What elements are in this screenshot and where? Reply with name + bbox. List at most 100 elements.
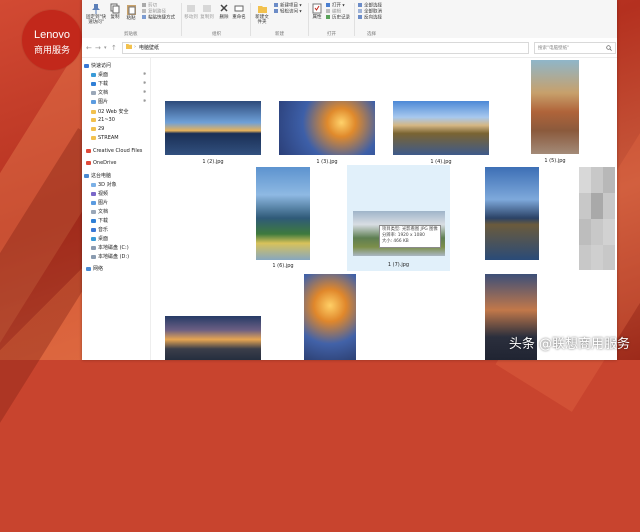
image-thumbnail [304,274,356,360]
properties-button[interactable]: 属性 [311,3,323,20]
copy-path-label: 复制路径 [148,9,166,15]
group-divider [250,3,251,36]
edit-label: 编辑 [332,9,341,15]
sidebar-item[interactable]: 图片 [91,199,108,206]
sidebar-item[interactable]: OneDrive [86,160,117,166]
sidebar-item[interactable]: 下载 ✱ [91,80,146,87]
file-tile[interactable] [579,165,615,275]
folder-icon [91,117,96,122]
group-divider [181,3,182,36]
easy-access-icon [274,9,278,13]
download-icon [91,81,96,86]
sidebar-item[interactable]: 21~30 [91,117,115,123]
paste-icon [126,5,136,15]
properties-check-icon [312,3,322,14]
edit-icon [326,9,330,13]
file-tile[interactable] [165,313,261,360]
recent-dropdown-icon[interactable]: ▾ [104,45,107,51]
up-arrow-icon[interactable]: ↑ [111,44,117,52]
folder-icon [257,6,267,13]
sidebar-item-label: 音乐 [98,227,109,233]
file-tile-selected[interactable]: 1 (7).jpg [347,165,450,271]
file-tile[interactable]: 1 (6).jpg [255,165,315,271]
sidebar-item[interactable]: 图片 ✱ [91,98,146,105]
rename-button[interactable]: 重命名 [232,3,246,20]
sidebar-item[interactable]: 本地磁盘 (D:) [91,253,129,260]
open-icon [326,3,330,7]
image-thumbnail-placeholder [579,167,615,270]
copy-button[interactable]: 复制 [109,3,121,20]
file-tile[interactable]: 1 (5).jpg [527,58,583,168]
delete-button[interactable]: 删除 [218,3,230,20]
search-placeholder: 搜索"电脑壁纸" [538,45,570,51]
sidebar-item[interactable]: 下载 [91,217,108,224]
sidebar-item-label: 下载 [98,81,109,87]
image-thumbnail [256,167,310,260]
pin-quick-access-button[interactable]: 固定到"快速访问" [85,3,107,25]
file-tile[interactable] [484,165,544,271]
easy-access-button[interactable]: 轻松访问 ▾ [274,9,302,16]
folder-icon [91,109,96,114]
paste-button[interactable]: 粘贴 [124,3,138,21]
copy-label: 复制 [110,15,120,20]
clipboard-group-label: 剪贴板 [124,32,138,37]
copy-to-label: 复制到 [200,15,214,20]
sidebar-item[interactable]: 文档 [91,208,108,215]
forward-arrow-icon[interactable]: → [95,44,101,52]
file-explorer-window: 固定到"快速访问" 复制 粘贴 剪切 复制路径 粘贴快捷方式 剪贴板 移动到 复… [82,0,617,360]
sidebar-item-label: 21~30 [98,117,115,123]
pin-icon: ✱ [143,89,147,94]
sidebar-item[interactable]: 视频 [91,190,108,197]
folder-icon [91,135,96,140]
tooltip-size: 大小: 466 KB [382,239,409,245]
sidebar-item[interactable]: 这台电脑 [84,172,111,179]
sidebar-item[interactable]: 3D 对象 [91,181,117,188]
document-icon [91,209,96,214]
select-none-label: 全部取消 [364,9,382,15]
move-to-button[interactable]: 移动到 [184,3,198,20]
search-input[interactable]: 搜索"电脑壁纸" [534,42,616,54]
breadcrumb-current[interactable]: 电脑壁纸 [139,44,159,51]
scissors-icon [142,3,146,7]
file-tile[interactable]: 1 (3).jpg [279,98,375,168]
sidebar-item-label: 文档 [98,90,109,96]
sidebar-item[interactable]: Creative Cloud Files [86,148,142,154]
move-icon [187,5,195,12]
logo-sub: 商用服务 [33,45,70,55]
navigation-pane: 快速访问 桌面 ✱ 下载 ✱ 文档 ✱ 图片 ✱ 02 Web 安全 21~30 29 STREAM Cr… [82,58,151,360]
breadcrumb-separator: › [134,44,136,50]
invert-selection-button[interactable]: 反向选择 [358,15,382,22]
sidebar-item[interactable]: 文档 ✱ [91,89,146,96]
sidebar-item[interactable]: 桌面 [91,235,108,242]
sidebar-item[interactable]: 桌面 ✱ [91,71,146,78]
sidebar-item[interactable]: 02 Web 安全 [91,108,128,115]
sidebar-item-label: 快速访问 [91,63,112,69]
file-tile[interactable]: 1 (4).jpg [393,98,489,168]
sidebar-item[interactable]: 网络 [86,265,103,272]
ribbon: 固定到"快速访问" 复制 粘贴 剪切 复制路径 粘贴快捷方式 剪贴板 移动到 复… [82,0,617,39]
paste-shortcut-button[interactable]: 粘贴快捷方式 [142,15,175,22]
history-icon [326,15,330,19]
document-icon [91,90,96,95]
pin-icon: ✱ [143,98,147,103]
history-button[interactable]: 历史记录 [326,15,350,22]
back-arrow-icon[interactable]: ← [86,44,92,52]
select-all-label: 全部选择 [364,3,382,9]
select-all-icon [358,3,362,7]
delete-x-icon [220,4,228,12]
group-divider [308,3,309,36]
sidebar-item[interactable]: 音乐 [91,226,108,233]
pin-icon: ✱ [143,80,147,85]
sidebar-item[interactable]: 29 [91,126,104,132]
sidebar-item[interactable]: 本地磁盘 (C:) [91,244,129,251]
path-field[interactable]: › 电脑壁纸 [122,42,529,54]
sidebar-item[interactable]: STREAM [91,135,119,141]
sidebar-item[interactable]: 快速访问 [84,62,111,69]
sidebar-item-label: STREAM [98,135,119,141]
rename-label: 重命名 [232,15,246,20]
copy-to-button[interactable]: 复制到 [200,3,214,20]
new-folder-button[interactable]: 新建文件夹 [254,3,270,25]
file-tile[interactable] [302,274,360,360]
file-tile[interactable]: 1 (2).jpg [165,98,261,168]
select-group-label: 选择 [367,32,376,37]
